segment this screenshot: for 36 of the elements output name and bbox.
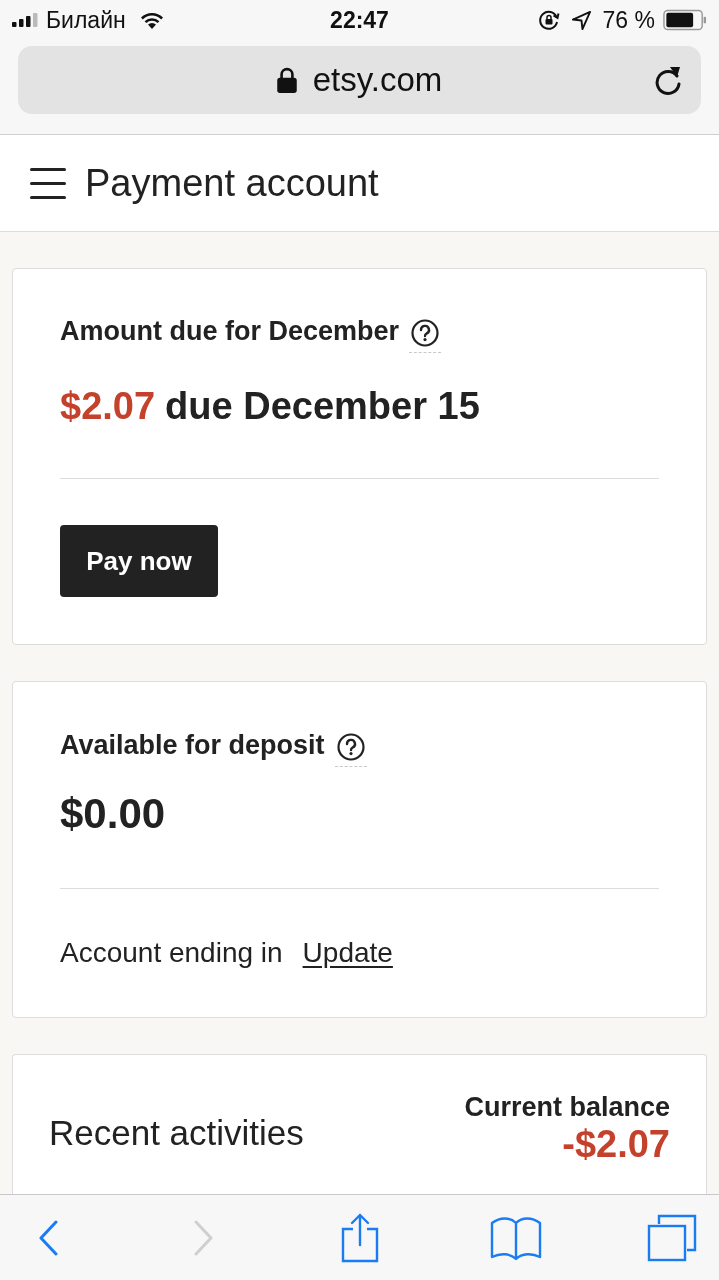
wifi-icon	[139, 11, 164, 29]
amount-due: $2.07	[60, 384, 156, 428]
clock-time: 22:47	[330, 6, 389, 34]
menu-icon[interactable]	[30, 167, 66, 199]
carrier-name: Билайн	[46, 6, 126, 34]
card-title: Available for deposit	[60, 729, 325, 761]
card-title: Amount due for December	[60, 315, 400, 347]
update-link[interactable]: Update	[302, 937, 393, 969]
battery-icon	[663, 9, 707, 31]
back-button[interactable]	[37, 1219, 58, 1256]
chevron-left-icon	[37, 1219, 58, 1256]
share-button[interactable]	[340, 1212, 379, 1263]
location-arrow-icon	[571, 10, 591, 30]
rotation-lock-icon	[537, 9, 560, 31]
tabs-icon	[646, 1213, 697, 1262]
chevron-right-icon	[193, 1219, 214, 1256]
tabs-button[interactable]	[646, 1213, 697, 1262]
deposit-amount: $0.00	[60, 792, 166, 836]
due-date: due December 15	[165, 384, 480, 428]
section-title: Recent activities	[49, 1113, 304, 1153]
signal-icon	[12, 13, 38, 27]
battery-percent: 76 %	[602, 6, 655, 34]
help-icon	[411, 319, 440, 347]
address-bar[interactable]: etsy.com	[18, 46, 701, 114]
balance-amount: -$2.07	[562, 1123, 670, 1165]
balance-label: Current balance	[464, 1091, 670, 1123]
book-icon	[489, 1214, 542, 1261]
pay-now-button[interactable]: Pay now	[60, 525, 218, 597]
share-icon	[340, 1212, 379, 1263]
help-button[interactable]	[334, 733, 367, 767]
reload-icon[interactable]	[653, 64, 683, 96]
page-title: Payment account	[85, 161, 379, 205]
help-button[interactable]	[409, 319, 442, 353]
account-label: Account ending in	[60, 937, 283, 969]
help-icon	[336, 733, 365, 761]
bookmarks-button[interactable]	[489, 1214, 542, 1261]
